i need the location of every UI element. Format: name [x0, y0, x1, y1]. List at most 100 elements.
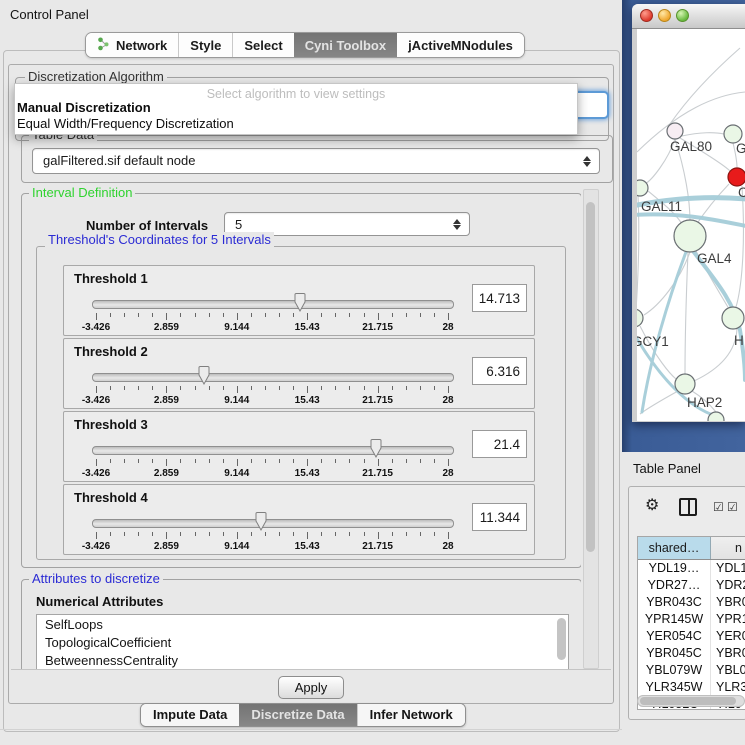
tab-jactivemnodules[interactable]: jActiveMNodules — [397, 33, 524, 57]
node-gcy1[interactable] — [637, 309, 643, 327]
list-item[interactable]: TopologicalCoefficient — [37, 633, 568, 651]
cell[interactable]: YPR1 — [711, 611, 745, 628]
threshold-3-label: Threshold 3 — [74, 417, 148, 432]
cell[interactable]: YDR27… — [638, 577, 711, 594]
tab-style[interactable]: Style — [178, 33, 232, 57]
cell[interactable]: YDL19… — [638, 560, 711, 577]
slider-track[interactable] — [92, 373, 454, 382]
slider-tick-marks — [96, 313, 448, 320]
tab-discretize-data[interactable]: Discretize Data — [239, 704, 356, 726]
node-label-gal11: GAL11 — [641, 199, 682, 214]
threshold-4-panel: Threshold 4 -3.4262.8599.14415.4321.7152… — [63, 484, 535, 555]
table-row[interactable]: YER054CYER0 — [638, 628, 745, 645]
threshold-2-slider[interactable]: -3.4262.8599.14415.4321.71528 — [92, 365, 468, 405]
cell[interactable]: YLR3 — [711, 679, 745, 696]
slider-thumb[interactable] — [292, 293, 308, 313]
apply-button[interactable]: Apply — [278, 676, 344, 699]
tab-infer-network[interactable]: Infer Network — [357, 704, 465, 726]
cell[interactable]: YBR0 — [711, 594, 745, 611]
scrollbar-thumb[interactable] — [640, 697, 736, 705]
slider-track[interactable] — [92, 519, 454, 528]
node-gal80[interactable] — [667, 123, 683, 139]
table-data-combobox[interactable]: galFiltered.sif default node — [32, 148, 600, 174]
slider-tick-labels: -3.4262.8599.14415.4321.71528 — [96, 322, 448, 332]
checkbox-icon[interactable]: ☑ — [727, 500, 738, 514]
table-row[interactable]: YLR345WYLR3 — [638, 679, 745, 696]
tab-network[interactable]: Network — [86, 33, 178, 57]
node-gal11[interactable] — [637, 180, 648, 196]
panel-title: Control Panel — [10, 7, 89, 22]
menu-item-manual-discretization[interactable]: Manual Discretization — [17, 100, 151, 115]
node-red-selected[interactable] — [728, 168, 745, 186]
column-header-name[interactable]: n — [711, 537, 745, 559]
list-item[interactable]: BetweennessCentrality — [37, 651, 568, 669]
node-label-gal80: GAL80 — [670, 139, 712, 154]
slider-thumb[interactable] — [253, 512, 269, 532]
node-attribute-table[interactable]: shared… n YDL19…YDL1 YDR27…YDR2 YBR043CY… — [637, 536, 745, 710]
discretization-algorithm-legend: Discretization Algorithm — [25, 69, 167, 84]
cell[interactable]: YER054C — [638, 628, 711, 645]
table-data-group: galFiltered.sif default node — [21, 135, 613, 183]
tab-cyni-toolbox[interactable]: Cyni Toolbox — [294, 33, 397, 57]
cell[interactable]: YBR045C — [638, 645, 711, 662]
cell[interactable]: YPR145W — [638, 611, 711, 628]
number-of-intervals-value: 5 — [235, 217, 242, 232]
table-row[interactable]: YBL079WYBL0 — [638, 662, 745, 679]
settings-scroll-viewport: Number of Intervals 5 Threshold 1 — [15, 187, 581, 669]
table-row[interactable]: YBR045CYBR0 — [638, 645, 745, 662]
threshold-3-slider[interactable]: -3.4262.8599.14415.4321.71528 — [92, 438, 468, 478]
cell[interactable]: YDL1 — [711, 560, 745, 577]
threshold-3-panel: Threshold 3 -3.4262.8599.14415.4321.7152… — [63, 411, 535, 482]
cell[interactable]: YBL0 — [711, 662, 745, 679]
slider-tick-marks — [96, 386, 448, 393]
minimize-traffic-light[interactable] — [658, 9, 671, 22]
cell[interactable]: YBL079W — [638, 662, 711, 679]
split-columns-icon[interactable] — [679, 498, 697, 516]
list-scrollbar[interactable] — [557, 618, 566, 660]
threshold-2-value-field[interactable]: 6.316 — [472, 357, 527, 385]
table-horizontal-scrollbar[interactable] — [637, 695, 745, 707]
slider-track[interactable] — [92, 300, 454, 309]
threshold-3-value-field[interactable]: 21.4 — [472, 430, 527, 458]
table-row[interactable]: YDR27…YDR2 — [638, 577, 745, 594]
discretize-tab-content: Discretization Algorithm Select algorith… — [8, 64, 614, 704]
column-header-shared[interactable]: shared… — [638, 537, 711, 559]
cell[interactable]: YLR345W — [638, 679, 711, 696]
network-canvas[interactable]: GAL80 GA C GAL11 GAL4 GCY1 H HAP2 — [637, 29, 745, 421]
table-row[interactable]: YDL19…YDL1 — [638, 560, 745, 577]
menu-item-equal-width-frequency[interactable]: Equal Width/Frequency Discretization — [17, 116, 234, 131]
panel-scrollbar[interactable] — [583, 189, 599, 669]
stepper-arrows-icon — [583, 149, 591, 173]
node-h[interactable] — [722, 307, 744, 329]
gear-icon[interactable]: ⚙ — [645, 495, 659, 515]
tab-select[interactable]: Select — [232, 33, 293, 57]
slider-thumb[interactable] — [368, 439, 384, 459]
close-traffic-light[interactable] — [640, 9, 653, 22]
node-hap2[interactable] — [675, 374, 695, 394]
threshold-4-value-field[interactable]: 11.344 — [472, 503, 527, 531]
scrollbar-thumb[interactable] — [586, 202, 595, 552]
slider-thumb[interactable] — [196, 366, 212, 386]
node-gal4[interactable] — [674, 220, 706, 252]
table-row[interactable]: YBR043CYBR0 — [638, 594, 745, 611]
slider-track[interactable] — [92, 446, 454, 455]
apply-row: Apply — [11, 669, 611, 704]
threshold-1-value-field[interactable]: 14.713 — [472, 284, 527, 312]
slider-tick-marks — [96, 532, 448, 539]
tab-impute-data[interactable]: Impute Data — [141, 704, 239, 726]
list-item[interactable]: SelfLoops — [37, 615, 568, 633]
table-row[interactable]: YPR145WYPR1 — [638, 611, 745, 628]
cell[interactable]: YER0 — [711, 628, 745, 645]
numerical-attributes-list[interactable]: SelfLoops TopologicalCoefficient Between… — [36, 614, 569, 669]
network-window-titlebar[interactable] — [632, 4, 745, 29]
cell[interactable]: YBR043C — [638, 594, 711, 611]
checkbox-icon[interactable]: ☑ — [713, 500, 724, 514]
cell[interactable]: YDR2 — [711, 577, 745, 594]
cell[interactable]: YBR0 — [711, 645, 745, 662]
node-label-partial-c: C — [738, 185, 745, 200]
threshold-4-slider[interactable]: -3.4262.8599.14415.4321.71528 — [92, 511, 468, 551]
stepper-arrows-icon — [453, 213, 461, 235]
slider-tick-labels: -3.4262.8599.14415.4321.71528 — [96, 541, 448, 551]
threshold-1-slider[interactable]: -3.4262.8599.14415.4321.71528 — [92, 292, 468, 332]
zoom-traffic-light[interactable] — [676, 9, 689, 22]
